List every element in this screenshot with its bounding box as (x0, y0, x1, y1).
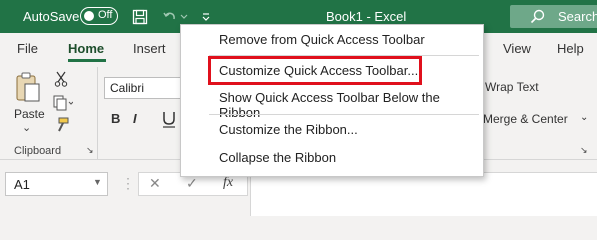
search-label: Search (558, 9, 597, 24)
font-name-input[interactable]: Calibri (104, 77, 184, 99)
toggle-knob (84, 10, 94, 21)
undo-icon[interactable] (161, 8, 179, 26)
menu-separator (209, 114, 479, 115)
paste-label[interactable]: Paste (14, 107, 45, 121)
menu-item-label: Customize the Ribbon... (219, 122, 358, 137)
menu-item-label: Remove from Quick Access Toolbar (219, 32, 425, 47)
clipboard-launcher-icon[interactable]: ↘ (86, 145, 94, 156)
name-box-value: A1 (14, 177, 30, 192)
insert-function-icon[interactable]: fx (223, 175, 233, 191)
toggle-state: Off (98, 9, 113, 21)
tab-insert[interactable]: Insert (133, 41, 166, 56)
search-icon (530, 9, 545, 29)
italic-button[interactable]: I (133, 111, 137, 126)
clipboard-group-label: Clipboard (14, 145, 62, 157)
merge-center-button[interactable]: Merge & Center (483, 112, 568, 126)
confirm-entry-icon[interactable]: ✓ (186, 175, 198, 192)
merge-dropdown-icon[interactable]: ⌄ (580, 112, 588, 123)
cut-icon[interactable] (54, 71, 68, 92)
active-tab-indicator (68, 59, 106, 62)
bold-button[interactable]: B (111, 111, 120, 126)
menu-item-customize-ribbon[interactable]: Customize the Ribbon... (181, 117, 483, 144)
excel-window: AutoSave Off Book1 - Excel Search File H… (0, 0, 597, 216)
group-divider (97, 67, 98, 159)
format-painter-icon[interactable] (53, 117, 69, 138)
autosave-label: AutoSave (23, 9, 80, 24)
save-icon[interactable] (131, 8, 149, 26)
menu-item-show-qat-below-ribbon[interactable]: Show Quick Access Toolbar Below the Ribb… (181, 85, 483, 120)
tab-view[interactable]: View (503, 41, 531, 56)
alignment-launcher-icon[interactable]: ↘ (580, 145, 588, 156)
search-box[interactable]: Search (510, 5, 597, 28)
paste-icon[interactable] (14, 71, 42, 110)
tab-home[interactable]: Home (68, 41, 104, 56)
formula-bar-grip-icon[interactable]: ⋮ (121, 175, 135, 192)
formula-input[interactable] (250, 172, 597, 216)
autosave-toggle[interactable]: Off (80, 7, 118, 25)
menu-item-label: Collapse the Ribbon (219, 150, 337, 165)
cancel-entry-icon[interactable]: ✕ (149, 175, 161, 192)
menu-item-label: Show Quick Access Toolbar Below the Ribb… (219, 90, 440, 120)
annotation-highlight-box (208, 56, 422, 85)
wrap-text-button[interactable]: Wrap Text (485, 80, 539, 94)
qat-context-menu: Remove from Quick Access Toolbar Customi… (180, 24, 484, 177)
paste-dropdown-icon[interactable]: ⌄ (22, 121, 31, 134)
name-box-dropdown-icon[interactable]: ▼ (93, 177, 102, 187)
window-title: Book1 - Excel (326, 9, 407, 24)
menu-item-remove-from-qat[interactable]: Remove from Quick Access Toolbar (181, 27, 483, 54)
tab-file[interactable]: File (17, 41, 38, 56)
copy-icon[interactable] (53, 95, 74, 116)
tab-help[interactable]: Help (557, 41, 584, 56)
menu-item-collapse-ribbon[interactable]: Collapse the Ribbon (181, 145, 483, 172)
